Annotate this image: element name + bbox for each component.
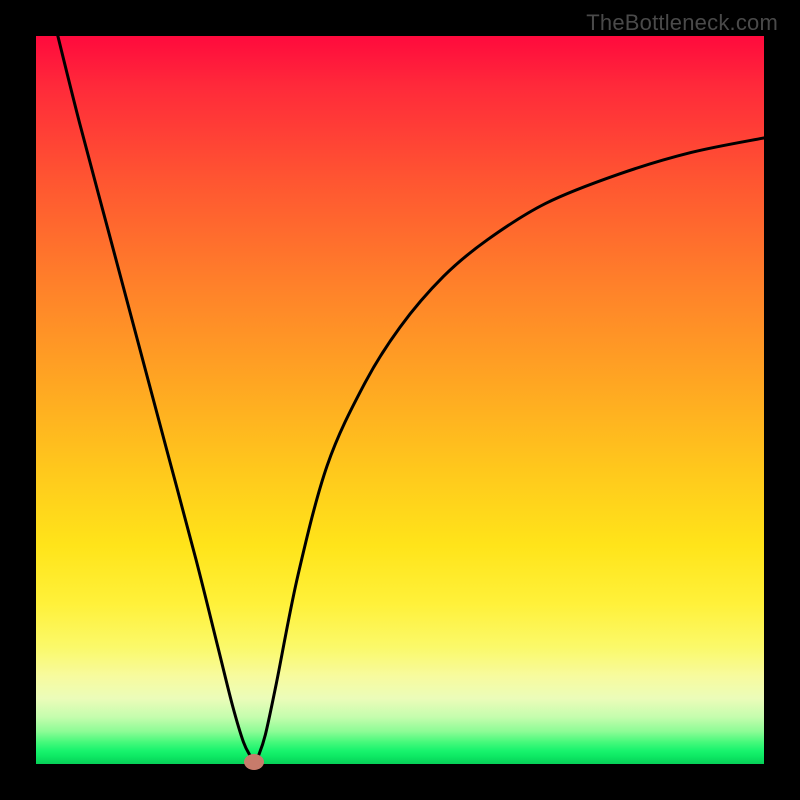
optimal-point-marker <box>244 754 264 770</box>
plot-area <box>36 36 764 764</box>
bottleneck-curve <box>36 36 764 764</box>
attribution-text: TheBottleneck.com <box>586 10 778 36</box>
chart-frame: TheBottleneck.com <box>0 0 800 800</box>
